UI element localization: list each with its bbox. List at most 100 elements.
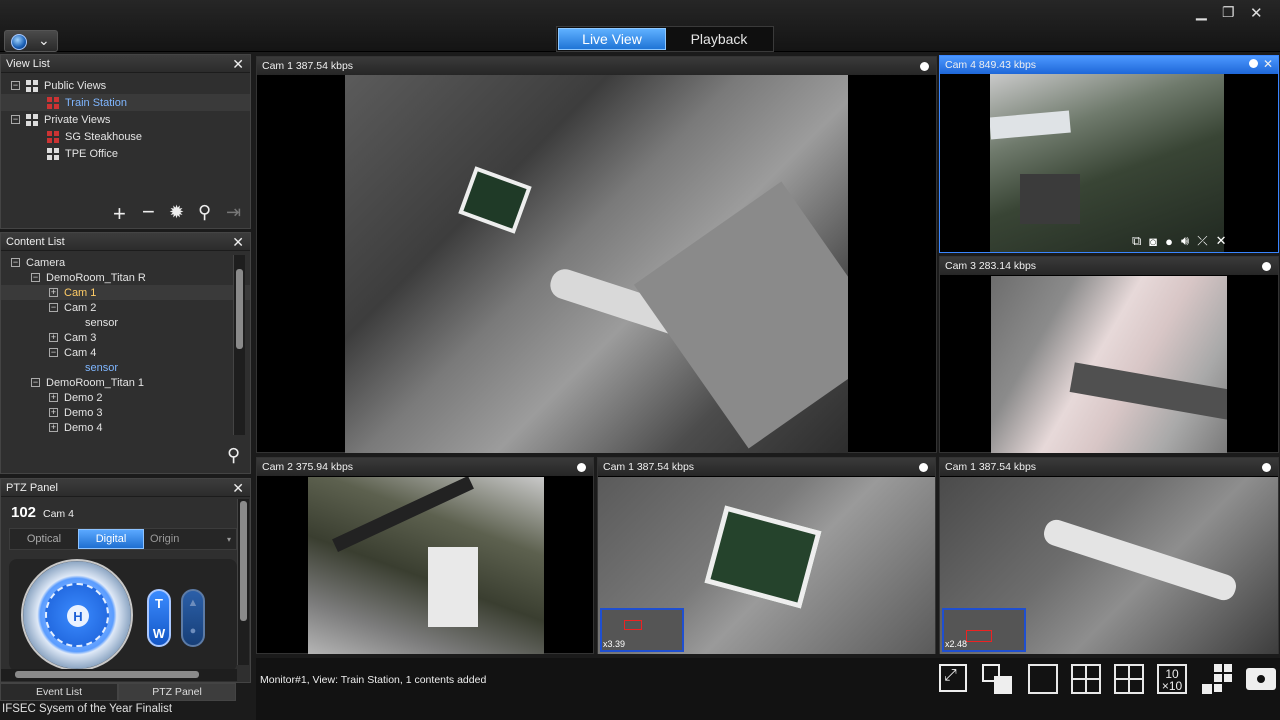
audio-icon[interactable]: 🔊︎ [1181, 233, 1189, 249]
close-icon[interactable]: ✕ [1250, 4, 1263, 22]
digital-button[interactable]: Digital [78, 529, 144, 549]
expand-icon[interactable]: + [49, 288, 58, 297]
layout-custom-icon[interactable] [1202, 664, 1234, 696]
focus-far-icon[interactable]: ● [183, 625, 203, 637]
tab-live-view[interactable]: Live View [558, 28, 666, 50]
content-list-scrollbar[interactable] [233, 255, 245, 435]
ptz-scrollbar-v[interactable] [237, 499, 249, 665]
camera-tile-cam-1-b[interactable]: Cam 1 387.54 kbps x3.39 [597, 457, 936, 654]
close-icon[interactable]: ✕ [232, 234, 244, 251]
origin-select[interactable]: Origin ▾ [144, 529, 236, 549]
video-object [1040, 516, 1240, 604]
tree-item-camera[interactable]: − Camera [1, 255, 250, 270]
scrollbar-thumb[interactable] [236, 269, 243, 349]
focus-near-icon[interactable]: ▲ [183, 597, 203, 609]
close-icon[interactable]: ✕ [1263, 57, 1273, 71]
zoom-control[interactable]: T W [147, 589, 171, 647]
focus-control[interactable]: ▲ ● [181, 589, 205, 647]
tree-item-cam-1[interactable]: + Cam 1 [1, 285, 250, 300]
video-object [633, 181, 848, 449]
tree-item-sensor[interactable]: sensor [1, 360, 250, 375]
close-icon[interactable]: ✕ [232, 56, 244, 73]
snapshot-icon[interactable] [1246, 668, 1276, 690]
ptz-mode-bar: Optical Digital Origin ▾ [9, 528, 237, 550]
camera-tile-cam-1-c[interactable]: Cam 1 387.54 kbps x2.48 [939, 457, 1279, 654]
video-feed[interactable] [991, 276, 1227, 453]
tree-item-cam-3[interactable]: + Cam 3 [1, 330, 250, 345]
tab-event-list[interactable]: Event List [0, 683, 118, 701]
camera-tile-main[interactable]: Cam 1 387.54 kbps [256, 56, 937, 453]
search-icon[interactable]: ⚲ [198, 202, 211, 223]
scrollbar-thumb[interactable] [240, 501, 247, 621]
digital-zoom-minimap[interactable]: x3.39 [600, 608, 684, 652]
zoom-wide-button[interactable]: W [149, 626, 169, 641]
video-feed[interactable] [345, 75, 848, 453]
swap-icon[interactable] [982, 664, 1012, 694]
export-icon[interactable]: ⇥ [226, 202, 241, 223]
video-feed[interactable] [308, 477, 544, 654]
gear-icon[interactable]: ✹ [169, 202, 184, 223]
close-icon[interactable]: ✕ [232, 480, 244, 497]
picture-in-picture-icon[interactable]: ⧉ [1132, 233, 1141, 249]
restore-icon[interactable]: ❐ [1222, 4, 1235, 21]
zoom-region-indicator[interactable] [966, 630, 992, 642]
tree-item-demo-2[interactable]: + Demo 2 [1, 390, 250, 405]
video-object [1020, 174, 1080, 224]
home-button[interactable]: H [67, 605, 89, 627]
collapse-icon[interactable]: − [49, 348, 58, 357]
zoom-tele-button[interactable]: T [149, 596, 169, 611]
tree-item-train-station[interactable]: Train Station [1, 94, 250, 111]
digital-zoom-minimap[interactable]: x2.48 [942, 608, 1026, 652]
video-feed[interactable] [990, 74, 1224, 252]
collapse-icon[interactable]: − [49, 303, 58, 312]
expand-icon[interactable]: + [49, 408, 58, 417]
record-icon[interactable]: ● [1165, 234, 1173, 249]
collapse-icon[interactable]: − [11, 115, 20, 124]
tree-item-cam-2[interactable]: − Cam 2 [1, 300, 250, 315]
collapse-icon[interactable]: − [31, 378, 40, 387]
camera-tile-cam-2[interactable]: Cam 2 375.94 kbps [256, 457, 594, 654]
ptz-joystick[interactable]: H [21, 559, 133, 671]
tree-item-demoroom-titan-1[interactable]: − DemoRoom_Titan 1 [1, 375, 250, 390]
fullscreen-icon[interactable]: ⤢ [939, 664, 967, 692]
tree-item-demo-4[interactable]: + Demo 4 [1, 420, 250, 435]
minimize-icon[interactable]: ▁ [1196, 4, 1207, 21]
tree-item-sg-steakhouse[interactable]: SG Steakhouse [1, 128, 250, 145]
zoom-region-indicator[interactable] [624, 620, 642, 630]
collapse-icon[interactable]: − [11, 258, 20, 267]
layout-10x10-icon[interactable]: 10 ×10 [1157, 664, 1187, 694]
view-list-header: View List ✕ [1, 55, 250, 73]
expand-icon[interactable]: + [49, 333, 58, 342]
optical-button[interactable]: Optical [10, 529, 78, 549]
tree-item-sensor[interactable]: sensor [1, 315, 250, 330]
layout-2x2-icon[interactable] [1071, 664, 1101, 694]
tree-item-private-views[interactable]: − Private Views [1, 111, 250, 128]
tree-item-public-views[interactable]: − Public Views [1, 77, 250, 94]
collapse-icon[interactable]: − [11, 81, 20, 90]
camera-tile-cam-3[interactable]: Cam 3 283.14 kbps [939, 256, 1279, 453]
ptz-scrollbar-h[interactable] [1, 669, 237, 681]
layout-1x1-icon[interactable] [1028, 664, 1058, 694]
scrollbar-thumb[interactable] [15, 671, 199, 678]
video-object [332, 477, 474, 553]
tab-ptz-panel[interactable]: PTZ Panel [118, 683, 236, 701]
remove-icon[interactable]: − [142, 199, 155, 225]
disconnect-icon[interactable]: ⤫ [1197, 233, 1207, 249]
tools-icon[interactable]: ✕ [1216, 233, 1227, 249]
content-list-header: Content List ✕ [1, 233, 250, 251]
expand-icon[interactable]: + [49, 393, 58, 402]
add-icon[interactable]: + [113, 201, 126, 227]
expand-icon[interactable]: + [49, 423, 58, 432]
app-menu-button[interactable]: ⌄ [4, 30, 58, 52]
camera-tile-cam-4[interactable]: Cam 4 849.43 kbps ✕ ⧉ ◙ ● 🔊︎ ⤫ ✕ [939, 55, 1279, 253]
collapse-icon[interactable]: − [31, 273, 40, 282]
snapshot-icon[interactable]: ◙ [1149, 234, 1157, 249]
tree-item-tpe-office[interactable]: TPE Office [1, 145, 250, 162]
view-list-title: View List [6, 57, 50, 70]
tree-item-cam-4[interactable]: − Cam 4 [1, 345, 250, 360]
search-icon[interactable]: ⚲ [227, 445, 240, 466]
layout-3x3-icon[interactable] [1114, 664, 1144, 694]
tab-playback[interactable]: Playback [666, 28, 772, 50]
tree-item-demo-3[interactable]: + Demo 3 [1, 405, 250, 420]
tree-item-demoroom-titan-r[interactable]: − DemoRoom_Titan R [1, 270, 250, 285]
